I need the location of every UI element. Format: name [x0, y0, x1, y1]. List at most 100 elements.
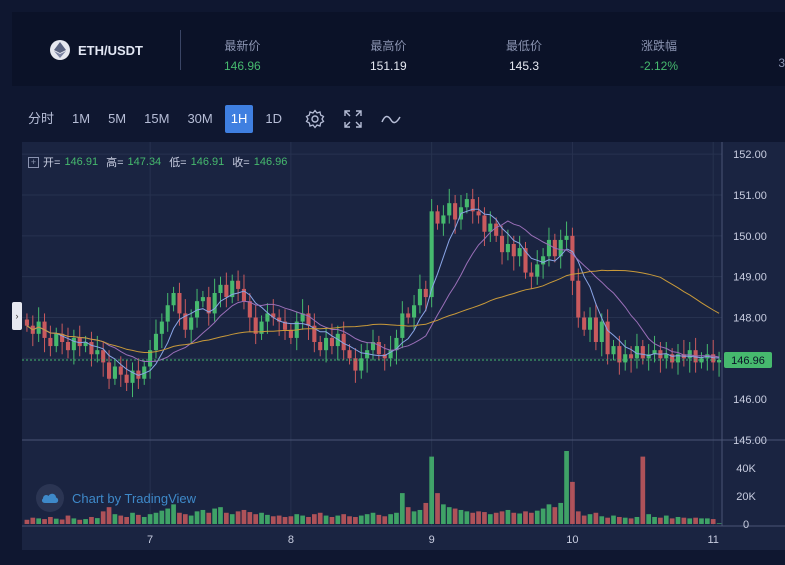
volume-bar [558, 502, 564, 524]
volume-tick-label: 40K [736, 463, 756, 475]
candle-body [329, 337, 334, 347]
volume-bar [417, 509, 423, 524]
line-style-icon[interactable] [380, 108, 402, 130]
close-value: 146.96 [253, 156, 288, 168]
volume-bar [482, 512, 487, 524]
volume-bar [300, 515, 305, 524]
volume-bar [347, 516, 352, 524]
volume-bar [141, 516, 147, 524]
volume-bar [652, 516, 657, 524]
candle-body [247, 301, 252, 318]
volume-bar [669, 518, 675, 524]
volume-bar [364, 514, 370, 524]
candle-body [265, 313, 270, 322]
settings-icon[interactable] [304, 108, 326, 130]
volume-bar [505, 509, 511, 524]
candle-body [189, 317, 194, 330]
tab-timeline[interactable]: 分时 [22, 105, 60, 133]
candle-body [89, 342, 94, 355]
y-tick-label: 152.00 [733, 149, 767, 161]
candle-body [529, 272, 534, 277]
volume-bar [423, 502, 429, 524]
tab-15m[interactable]: 15M [138, 105, 175, 133]
volume-bar [446, 507, 452, 524]
tab-30m[interactable]: 30M [181, 105, 218, 133]
volume-bar [628, 518, 634, 524]
candle-body [65, 342, 71, 351]
stat-value: 151.19 [370, 59, 407, 73]
volume-bar [130, 512, 135, 524]
tab-1d[interactable]: 1D [259, 105, 288, 133]
volume-bar [599, 516, 605, 524]
ethereum-icon [50, 40, 70, 60]
volume-bar [499, 511, 505, 524]
high-label: 高= [106, 157, 124, 169]
stat-label: 最新价 [224, 39, 261, 53]
tradingview-watermark[interactable]: Chart by TradingView [36, 484, 196, 512]
y-tick-label: 149.00 [733, 272, 767, 284]
volume-bar [411, 511, 417, 524]
candle-body [423, 288, 428, 298]
candle-body [406, 313, 411, 318]
candle-body [224, 284, 229, 298]
volume-bar [634, 516, 640, 524]
candle-body [535, 264, 540, 277]
y-tick-label: 146.00 [733, 394, 767, 406]
volume-bar [200, 509, 206, 524]
volume-bar [48, 516, 53, 524]
volume-bar [77, 519, 83, 524]
volume-bar [405, 507, 411, 524]
candle-body [165, 305, 170, 322]
candle-body [546, 239, 552, 257]
volume-bar [464, 511, 470, 524]
fullscreen-icon[interactable] [342, 108, 364, 130]
y-tick-label: 151.00 [733, 190, 767, 202]
volume-bar [282, 516, 288, 524]
candle-body [687, 350, 692, 359]
volume-bar [693, 517, 698, 524]
volume-bar [487, 514, 493, 524]
volume-bar [136, 514, 141, 524]
candle-body [453, 203, 458, 220]
plus-icon[interactable]: + [28, 156, 39, 168]
volume-bar [147, 514, 153, 524]
x-tick-label: 9 [429, 534, 435, 546]
candle-body [48, 337, 53, 347]
volume-bar [159, 510, 165, 524]
volume-bar [511, 512, 517, 524]
candle-body [171, 293, 176, 306]
y-tick-label: 150.00 [733, 231, 767, 243]
volume-tick-label: 0 [743, 519, 749, 531]
volume-bar [470, 512, 476, 524]
chart-area[interactable]: 146.96 145.00 146.00 148.00 149.00 150.00 151.… [22, 142, 785, 550]
volume-bar [288, 516, 294, 524]
candle-body [593, 317, 598, 342]
cloud-icon [36, 484, 64, 512]
volume-bar [30, 517, 36, 524]
volume-bar [253, 514, 259, 524]
volume-bar [83, 519, 88, 524]
volume-bar [663, 515, 669, 524]
candle-body [576, 280, 581, 318]
tab-1m[interactable]: 1M [66, 105, 96, 133]
volume-bar [399, 493, 405, 524]
volume-bar [218, 507, 223, 524]
volume-bar [247, 512, 253, 524]
collapse-handle[interactable]: › [12, 302, 22, 330]
tab-5m[interactable]: 5M [102, 105, 132, 133]
stat-value: 146.96 [224, 59, 261, 73]
pair-selector[interactable]: ETH/USDT [50, 40, 143, 60]
candle-body [200, 297, 205, 302]
pair-name: ETH/USDT [78, 42, 143, 58]
tab-1h[interactable]: 1H [224, 105, 254, 133]
candle-body [511, 244, 516, 257]
y-tick-label: 145.00 [733, 435, 767, 447]
candle-body [564, 235, 569, 240]
volume-bar [306, 516, 311, 524]
candle-body [494, 223, 499, 236]
stat-label: 最低价 [506, 39, 543, 53]
volume-bar [593, 512, 599, 524]
volume-bar [435, 493, 440, 524]
volume-bar [341, 514, 347, 524]
volume-bar [65, 515, 71, 524]
